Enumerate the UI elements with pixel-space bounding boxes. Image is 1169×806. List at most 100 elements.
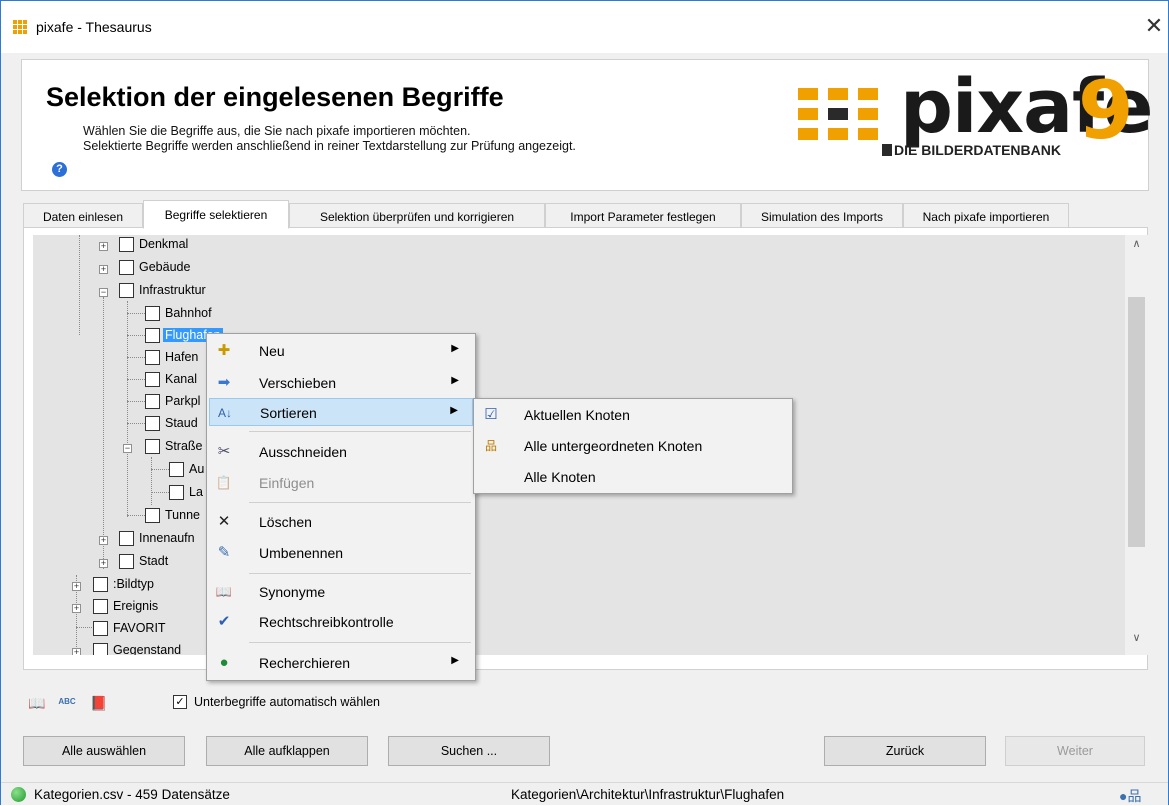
node-checkbox[interactable] [145,394,160,409]
expand-toggle[interactable]: + [99,265,108,274]
node-label: :Bildtyp [113,577,154,591]
scroll-up-arrow-icon[interactable]: ∧ [1125,237,1148,257]
submenu-arrow-icon: ▶ [451,343,459,354]
title-bar: pixafe - Thesaurus ✕ [1,1,1168,53]
menu-item-sortieren[interactable]: A↓ Sortieren ▶ [209,398,473,426]
delete-x-icon: ✕ [217,513,231,530]
status-path: Kategorien\Architektur\Infrastruktur\Flu… [511,787,785,802]
node-label: Gebäude [139,260,191,274]
tree-scrollbar[interactable]: ∧ ∨ [1125,235,1148,655]
node-checkbox[interactable] [145,416,160,431]
logo-dots [798,88,878,140]
expand-toggle[interactable]: + [72,604,81,613]
tab-bar: Daten einlesen Begriffe selektieren Sele… [23,200,1148,229]
node-checkbox[interactable] [169,462,184,477]
expand-all-button[interactable]: Alle aufklappen [206,736,368,766]
hierarchy-icon: 品 [484,439,497,453]
menu-item-label: Rechtschreibkontrolle [259,614,394,630]
node-checkbox[interactable] [145,350,160,365]
menu-item-label: Alle untergeordneten Knoten [524,438,703,454]
menu-item-synonyme[interactable]: 📖 Synonyme [209,578,473,606]
close-button[interactable]: ✕ [1140,13,1168,41]
node-checkbox[interactable] [93,643,108,655]
menu-item-recherchieren[interactable]: ● Recherchieren ▶ [209,649,473,677]
node-checkbox[interactable] [93,621,108,636]
menu-item-rechtschreibkontrolle[interactable]: ✔ Rechtschreibkontrolle [209,608,473,636]
node-checkbox[interactable] [119,554,134,569]
menu-item-umbenennen[interactable]: ✎ Umbenennen [209,539,473,567]
synonyms-book-icon[interactable]: 📖 [27,695,47,713]
page-title: Selektion der eingelesenen Begriffe [46,82,504,112]
sort-az-icon: A↓ [217,406,232,420]
collapse-toggle[interactable]: − [123,444,132,453]
node-checkbox[interactable] [119,260,134,275]
open-book-icon[interactable]: 📕 [89,695,109,713]
page-description: Wählen Sie die Begriffe aus, die Sie nac… [83,124,576,154]
menu-item-label: Neu [259,343,285,359]
help-icon[interactable]: ? [52,162,67,177]
menu-separator [249,573,471,574]
node-checkbox[interactable] [145,372,160,387]
node-label: Stadt [139,554,169,568]
status-ok-icon [11,787,26,802]
submenu-arrow-icon: ▶ [451,655,459,666]
search-button[interactable]: Suchen ... [388,736,550,766]
expand-toggle[interactable]: + [99,242,108,251]
back-button[interactable]: Zurück [824,736,986,766]
submenu-item-alle-untergeordneten[interactable]: 品 Alle untergeordneten Knoten [476,432,790,460]
node-checkbox[interactable] [119,531,134,546]
node-label: FAVORIT [113,621,166,635]
scroll-down-arrow-icon[interactable]: ∨ [1125,631,1148,651]
tab-begriffe-selektieren[interactable]: Begriffe selektieren [143,200,289,229]
scissors-icon: ✂ [217,443,231,460]
scroll-thumb[interactable] [1128,297,1145,547]
menu-item-label: Umbenennen [259,545,344,561]
menu-item-einfuegen[interactable]: 📋 Einfügen [209,469,473,497]
menu-item-label: Aktuellen Knoten [524,407,630,423]
node-checkbox[interactable] [145,508,160,523]
spellcheck-icon: ✔ [217,613,231,630]
tab-nach-pixafe-importieren[interactable]: Nach pixafe importieren [903,203,1069,228]
node-label: Parkpl [165,394,201,408]
node-checkbox[interactable] [145,306,160,321]
menu-item-neu[interactable]: ✚ Neu ▶ [209,337,473,365]
submenu-item-alle-knoten[interactable]: Alle Knoten [476,463,790,491]
rename-pencil-icon: ✎ [217,544,231,561]
menu-item-label: Löschen [259,514,312,530]
status-bar: Kategorien.csv - 459 Datensätze Kategori… [1,782,1168,805]
status-network-icon: ●品 [1119,788,1142,804]
description-line-1: Wählen Sie die Begriffe aus, die Sie nac… [83,124,471,138]
node-checkbox[interactable] [145,328,160,343]
select-all-button[interactable]: Alle auswählen [23,736,185,766]
collapse-toggle[interactable]: − [99,288,108,297]
new-node-icon: ✚ [217,342,231,359]
menu-item-loeschen[interactable]: ✕ Löschen [209,508,473,536]
menu-item-label: Verschieben [259,375,337,391]
menu-separator [249,431,471,432]
auto-select-checkbox[interactable]: ✓ [173,695,187,709]
menu-item-ausschneiden[interactable]: ✂ Ausschneiden [209,438,473,466]
node-checkbox[interactable] [119,237,134,252]
node-checkbox[interactable] [119,283,134,298]
tab-import-parameter[interactable]: Import Parameter festlegen [545,203,741,228]
menu-item-verschieben[interactable]: ➡ Verschieben ▶ [209,369,473,397]
submenu-item-aktuellen-knoten[interactable]: ☑ Aktuellen Knoten [476,401,790,429]
node-checkbox[interactable] [145,439,160,454]
node-checkbox[interactable] [93,599,108,614]
node-label: Straße [165,439,203,453]
book-icon: 📖 [215,584,233,599]
next-button[interactable]: Weiter [1005,736,1145,766]
spellcheck-icon[interactable]: ABC [57,697,77,715]
node-label: Tunne [165,508,200,522]
expand-toggle[interactable]: + [72,582,81,591]
expand-toggle[interactable]: + [99,559,108,568]
checkbox-checked-icon: ☑ [484,406,498,423]
tab-daten-einlesen[interactable]: Daten einlesen [23,203,143,228]
tab-selektion-ueberpruefen[interactable]: Selektion überprüfen und korrigieren [289,203,545,228]
tab-simulation[interactable]: Simulation des Imports [741,203,903,228]
application-window: pixafe - Thesaurus ✕ Selektion der einge… [0,0,1169,805]
expand-toggle[interactable]: + [99,536,108,545]
node-checkbox[interactable] [93,577,108,592]
expand-toggle[interactable]: + [72,648,81,655]
node-checkbox[interactable] [169,485,184,500]
